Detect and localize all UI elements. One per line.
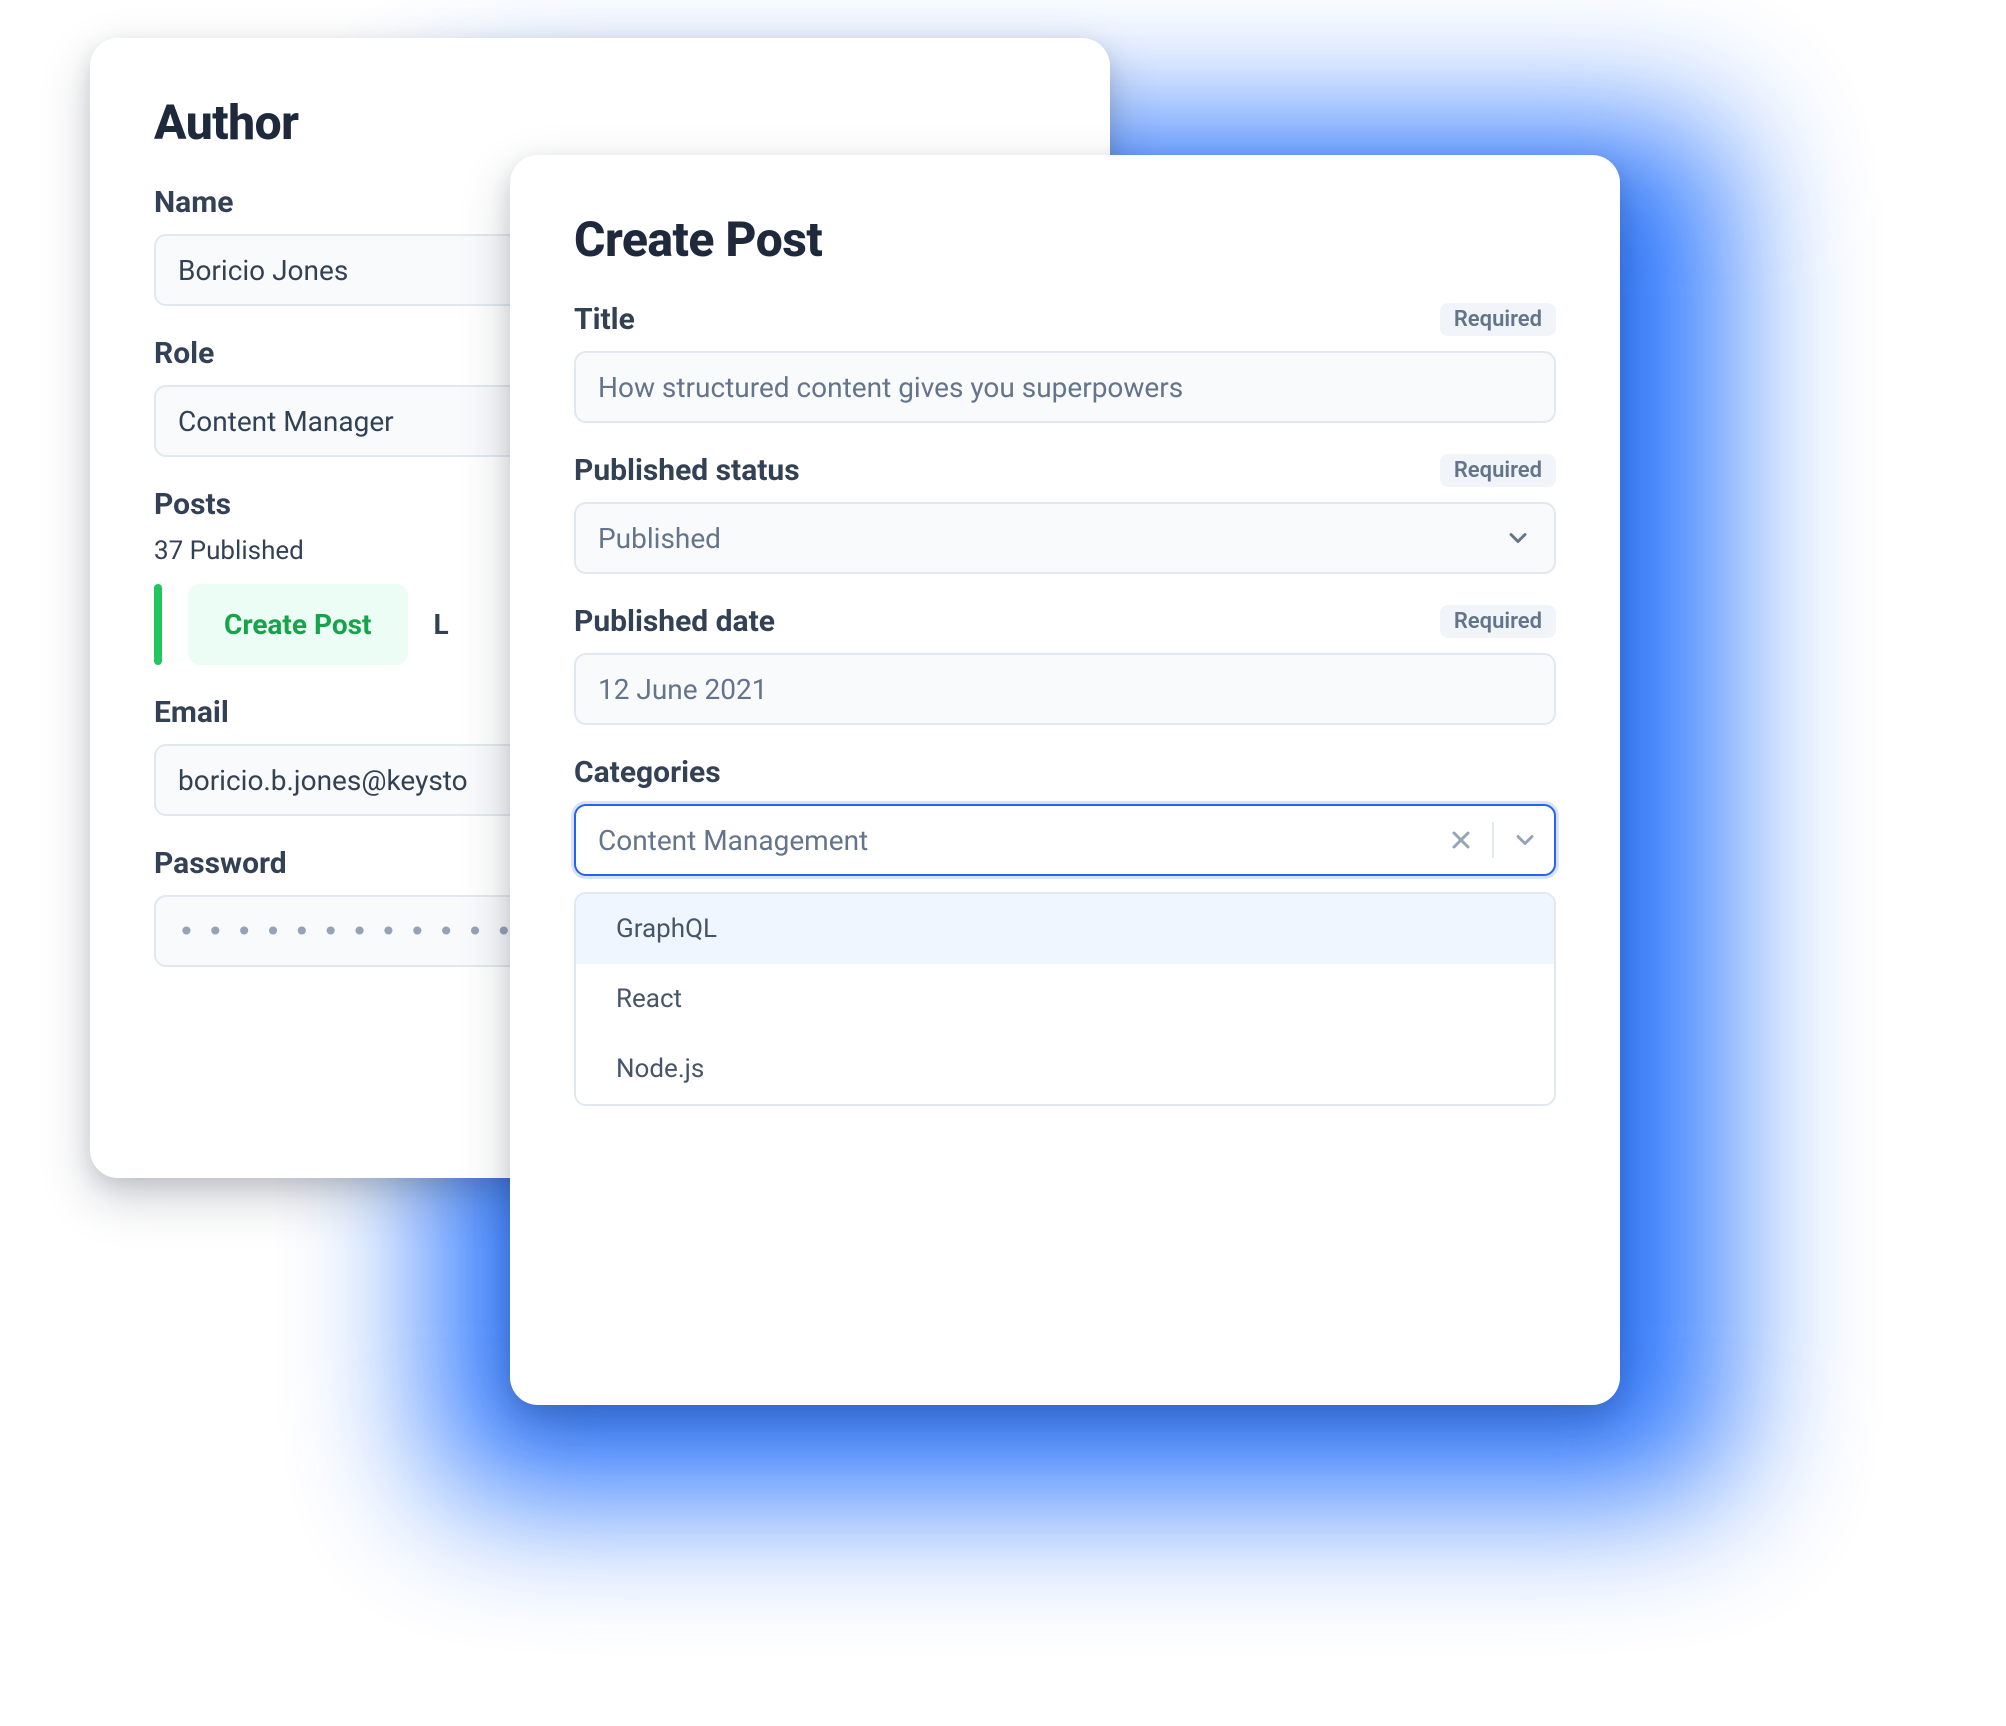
- create-post-card: Create Post Title Required How structure…: [510, 155, 1620, 1405]
- create-post-button[interactable]: Create Post: [188, 584, 408, 665]
- categories-option-label: React: [616, 984, 682, 1014]
- post-date-label-row: Published date Required: [574, 604, 1556, 639]
- post-categories-label: Categories: [574, 755, 721, 790]
- post-title-input[interactable]: How structured content gives you superpo…: [574, 351, 1556, 423]
- post-categories-value: Content Management: [598, 824, 868, 857]
- post-status-group: Published status Required Published: [574, 453, 1556, 574]
- post-title-placeholder: How structured content gives you superpo…: [598, 371, 1183, 404]
- post-title-group: Title Required How structured content gi…: [574, 302, 1556, 423]
- chevron-down-icon: [1504, 524, 1532, 552]
- post-date-input[interactable]: 12 June 2021: [574, 653, 1556, 725]
- post-categories-group: Categories Content Management GraphQL: [574, 755, 1556, 1106]
- categories-option[interactable]: Node.js: [576, 1034, 1554, 1104]
- clear-icon[interactable]: [1444, 823, 1478, 857]
- author-card-title: Author: [154, 94, 1046, 151]
- combobox-divider: [1492, 822, 1494, 858]
- categories-option[interactable]: React: [576, 964, 1554, 1034]
- posts-accent-bar: [154, 584, 162, 665]
- post-title-label: Title: [574, 302, 635, 337]
- categories-option-label: Node.js: [616, 1054, 704, 1084]
- post-status-required-badge: Required: [1440, 454, 1556, 487]
- post-categories-combobox[interactable]: Content Management: [574, 804, 1556, 876]
- post-status-value: Published: [598, 522, 721, 555]
- post-title-label-row: Title Required: [574, 302, 1556, 337]
- categories-option-label: GraphQL: [616, 914, 717, 944]
- post-status-label-row: Published status Required: [574, 453, 1556, 488]
- post-status-select[interactable]: Published: [574, 502, 1556, 574]
- post-status-label: Published status: [574, 453, 800, 488]
- chevron-down-icon[interactable]: [1508, 823, 1542, 857]
- posts-trailing-text: L: [434, 584, 449, 665]
- author-name-value: Boricio Jones: [178, 254, 348, 287]
- create-post-title: Create Post: [574, 211, 1556, 268]
- post-date-label: Published date: [574, 604, 775, 639]
- post-date-value: 12 June 2021: [598, 673, 768, 706]
- combobox-controls: [1444, 822, 1542, 858]
- author-email-value: boricio.b.jones@keysto: [178, 764, 468, 797]
- post-categories-label-row: Categories: [574, 755, 1556, 790]
- post-date-required-badge: Required: [1440, 605, 1556, 638]
- categories-dropdown: GraphQL React Node.js: [574, 892, 1556, 1106]
- post-title-required-badge: Required: [1440, 303, 1556, 336]
- post-date-group: Published date Required 12 June 2021: [574, 604, 1556, 725]
- create-post-button-label: Create Post: [224, 608, 372, 641]
- author-role-value: Content Manager: [178, 405, 394, 438]
- categories-option[interactable]: GraphQL: [576, 894, 1554, 964]
